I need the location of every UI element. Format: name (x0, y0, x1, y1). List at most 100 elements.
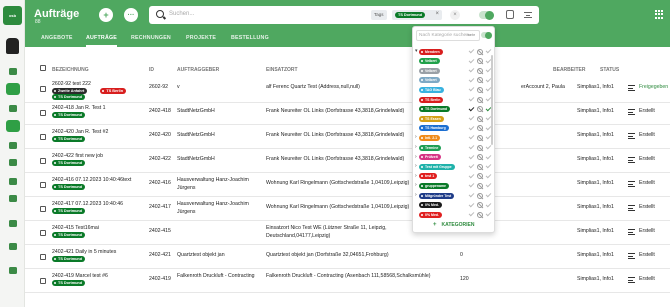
document-icon[interactable] (0, 101, 25, 115)
table-row[interactable]: 2402-416 07.12.2023 10:40:46text TS Dortm… (25, 173, 670, 197)
include-check-icon[interactable] (468, 66, 475, 73)
orders-icon[interactable] (0, 82, 25, 96)
confirm-check-icon[interactable] (485, 153, 492, 159)
exclude-icon[interactable] (477, 211, 483, 218)
confirm-check-icon[interactable] (485, 172, 492, 179)
table-row[interactable]: 2602-92 test 222 Zweite Anfahrt TS Berlin T… (25, 77, 670, 103)
exclude-icon[interactable] (477, 125, 483, 132)
avatar[interactable] (6, 38, 19, 54)
dropdown-option[interactable]: TAG Blau (413, 85, 496, 94)
row-checkbox[interactable] (40, 134, 46, 140)
grid-icon[interactable] (0, 191, 25, 205)
table-row[interactable]: 2402-415 Test16mai TS Dortmund 2402-415 Ein… (25, 221, 670, 245)
col-header-id[interactable]: ID (149, 67, 154, 73)
expand-arrow-icon[interactable]: › (415, 173, 417, 179)
dropdown-option[interactable]: TS Dortmund (413, 105, 496, 114)
dropdown-option[interactable]: TS Essen (413, 114, 496, 123)
plugin-icon[interactable] (0, 239, 25, 253)
exclude-icon[interactable] (477, 173, 483, 180)
row-checkbox[interactable] (40, 230, 46, 236)
row-checkbox[interactable] (40, 278, 46, 284)
apps-grid-icon[interactable] (655, 10, 663, 19)
filter-toggle[interactable] (479, 10, 494, 20)
dropdown-option[interactable]: › Termine (413, 143, 496, 152)
dropdown-option[interactable]: TS Berlin (413, 95, 496, 104)
list-settings-icon[interactable] (0, 216, 25, 230)
include-check-icon[interactable] (468, 201, 475, 207)
include-check-icon[interactable] (468, 105, 475, 111)
row-checkbox[interactable] (40, 110, 46, 116)
dropdown-option[interactable]: 0% Med. (413, 210, 496, 219)
exclude-icon[interactable] (477, 182, 483, 189)
expand-arrow-icon[interactable]: › (415, 182, 417, 188)
table-row[interactable]: 2402-422 first new job TS Dortmund 2402-42… (25, 149, 670, 173)
confirm-check-icon[interactable] (485, 182, 492, 188)
dropdown-option[interactable]: Velbert (413, 57, 496, 66)
confirm-check-icon[interactable] (485, 201, 492, 207)
include-check-icon[interactable] (468, 86, 475, 92)
include-check-icon[interactable] (468, 210, 475, 217)
search-bar[interactable]: Suchen... Tags TS Dortmund × × (149, 6, 539, 24)
include-check-icon[interactable] (468, 191, 475, 198)
tab-projekte[interactable]: PROJEKTE (186, 30, 216, 47)
row-checkbox[interactable] (40, 182, 46, 188)
include-check-icon[interactable] (468, 47, 475, 54)
row-checkbox[interactable] (40, 158, 46, 164)
include-check-icon[interactable] (468, 143, 475, 150)
remove-tag-icon[interactable]: × (435, 11, 439, 17)
tab-angebote[interactable]: ANGEBOTE (41, 30, 73, 47)
dropdown-scrollbar[interactable] (491, 55, 493, 145)
app-logo[interactable]: osb (3, 6, 22, 25)
include-check-icon[interactable] (468, 124, 475, 131)
table-row[interactable]: 2402-418 Jan R. Test 1 TS Dortmund 2402-41… (25, 101, 670, 125)
include-check-icon[interactable] (468, 57, 475, 63)
confirm-check-icon[interactable] (485, 191, 492, 198)
exclude-icon[interactable] (477, 202, 483, 209)
dropdown-option[interactable]: 0% Med. (413, 201, 496, 210)
expand-arrow-icon[interactable]: › (415, 192, 417, 198)
table-row[interactable]: 2402-419 Marcel test #6 TS Dortmund 2402-4… (25, 269, 670, 293)
tab-auftraege[interactable]: AUFTRÄGE (86, 30, 118, 47)
dropdown-option[interactable]: › Prüfzeit (413, 153, 496, 162)
expand-arrow-icon[interactable]: › (415, 154, 417, 160)
table-row[interactable]: 2402-421 Daily in 5 minutes TS Dortmund 24… (25, 245, 670, 269)
confirm-check-icon[interactable] (485, 47, 492, 54)
exclude-icon[interactable] (477, 192, 483, 199)
dropdown-option[interactable]: › Mitgründer Test (413, 191, 496, 200)
table-row[interactable]: 2402-417 07.12.2023 10:40:46 TS Dortmund 2… (25, 197, 670, 221)
expand-arrow-icon[interactable]: › (415, 144, 417, 150)
row-checkbox[interactable] (40, 254, 46, 260)
exclude-icon[interactable] (477, 154, 483, 161)
eraser-icon[interactable] (506, 10, 514, 19)
dropdown-toggle[interactable] (481, 31, 492, 39)
briefcase-icon[interactable] (0, 119, 25, 133)
add-button[interactable]: + (99, 8, 113, 22)
include-check-icon[interactable] (468, 76, 475, 83)
dropdown-option[interactable]: › Intl. 2.1 (413, 133, 496, 142)
tab-rechnungen[interactable]: RECHNUNGEN (131, 30, 171, 47)
folder-icon[interactable] (0, 155, 25, 169)
clear-search-button[interactable]: × (450, 10, 460, 20)
gear-icon[interactable] (0, 263, 25, 277)
dropdown-option[interactable]: › Test mit Gruppe (413, 162, 496, 171)
col-header-bezeichnung[interactable]: BEZEICHNUNG (52, 67, 89, 73)
expand-arrow-icon[interactable]: › (415, 134, 417, 140)
search-input[interactable]: Suchen... (169, 11, 194, 17)
filter-icon[interactable] (524, 12, 532, 18)
exclude-icon[interactable] (477, 144, 483, 151)
add-category-button[interactable]: + KATEGORIEN (433, 222, 474, 228)
cart-icon[interactable] (0, 174, 25, 188)
invoice-icon[interactable] (0, 138, 25, 152)
tab-bestellung[interactable]: BESTELLUNG (231, 30, 269, 47)
dropdown-option[interactable]: TS Hamburg (413, 124, 496, 133)
table-row[interactable]: 2402-420 Jan R. Test #2 TS Dortmund 2402-4… (25, 125, 670, 149)
dropdown-option[interactable]: › gruppename (413, 181, 496, 190)
row-checkbox[interactable] (40, 86, 46, 92)
include-check-icon[interactable] (468, 162, 475, 169)
exclude-icon[interactable] (477, 86, 483, 93)
col-header-einsatzort[interactable]: EINSATZORT (266, 67, 298, 73)
calendar-icon[interactable] (0, 64, 25, 78)
exclude-icon[interactable] (477, 106, 483, 113)
include-check-icon[interactable] (468, 95, 475, 102)
dropdown-option[interactable]: ▾ Mendern (413, 47, 496, 56)
